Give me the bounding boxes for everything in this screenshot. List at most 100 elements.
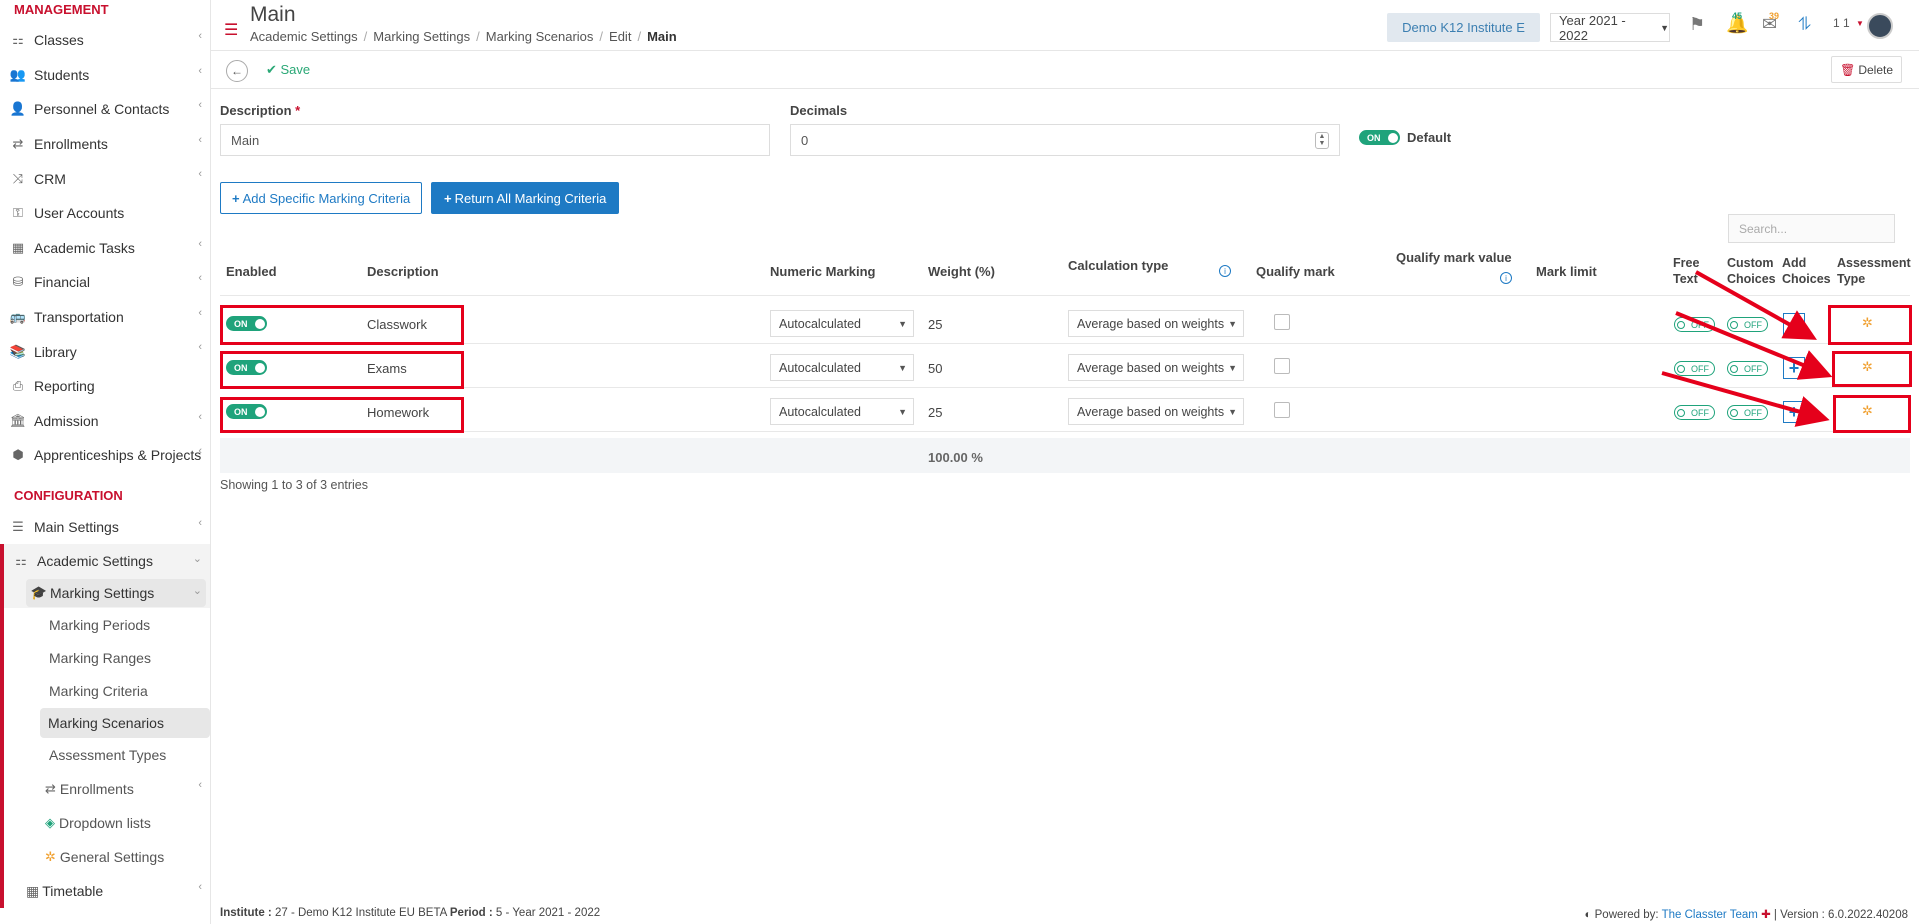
sidebar-item-students[interactable]: 👥 Students ‹ [0,58,210,93]
col-enabled[interactable]: Enabled [226,264,277,279]
chevron-left-icon: ‹ [198,410,202,423]
custom-choices-toggle[interactable]: OFF [1727,361,1768,376]
add-choices-button[interactable]: + [1783,357,1805,379]
sidebar-item-academic-tasks[interactable]: ▦ Academic Tasks ‹ [0,231,210,266]
sidebar-item-marking-scenarios[interactable]: Marking Scenarios [0,708,210,739]
sidebar-item-general-settings[interactable]: ✲ General Settings [0,840,210,875]
free-text-toggle[interactable]: OFF [1674,405,1715,420]
sidebar-item-financial[interactable]: ⛁ Financial ‹ [0,265,210,300]
chevron-left-icon: ‹ [198,237,202,250]
info-icon[interactable]: i [1219,265,1231,277]
numeric-marking-select[interactable]: Autocalculated ▼ [770,310,914,337]
sidebar-item-transportation[interactable]: 🚌 Transportation ‹ [0,300,210,335]
qualify-mark-checkbox[interactable] [1274,358,1290,374]
col-description[interactable]: Description [367,264,439,279]
calculation-type-select[interactable]: Average based on weights ▼ [1068,310,1244,337]
col-calculation-type[interactable]: Calculation type [1068,258,1168,273]
user-name[interactable]: 1 1 [1833,16,1850,30]
col-free-text[interactable]: Free Text [1673,255,1699,287]
sidebar-item-apprenticeships-projects[interactable]: ⬢ Apprenticeships & Projects ‹ [0,438,210,473]
free-text-toggle[interactable]: OFF [1674,317,1715,332]
footer-institute-label: Institute : [220,907,272,919]
breadcrumb-marking-settings[interactable]: Marking Settings [373,29,470,44]
col-label: Text [1673,272,1698,286]
sidebar-item-marking-periods[interactable]: Marking Periods [0,608,210,643]
weight-value[interactable]: 25 [928,405,942,420]
col-label: Type [1837,272,1866,286]
numeric-marking-select[interactable]: Autocalculated ▼ [770,398,914,425]
arrow-left-icon: ← [231,64,243,78]
sidebar-item-crm[interactable]: ⤨ CRM ‹ [0,161,210,196]
sidebar-item-label: Personnel & Contacts [34,101,170,118]
sidebar-item-user-accounts[interactable]: ⚿ User Accounts [0,196,210,231]
spinner-icon[interactable]: ▲ ▼ [1315,132,1329,149]
weight-value[interactable]: 50 [928,361,942,376]
add-choices-button[interactable]: + [1783,401,1805,423]
sidebar-item-assessment-types[interactable]: Assessment Types [0,738,210,773]
search-input[interactable]: Search... [1728,214,1895,243]
bus-icon: 🚌 [9,309,27,325]
avatar[interactable] [1867,13,1893,39]
hamburger-menu-icon[interactable]: ☰ [224,20,238,40]
institute-button[interactable]: Demo K12 Institute E [1387,13,1540,42]
free-text-toggle[interactable]: OFF [1674,361,1715,376]
flag-icon[interactable]: ⚑ [1689,14,1705,35]
info-icon[interactable]: i [1500,272,1512,284]
caret-down-icon[interactable]: ▼ [1856,19,1864,28]
numeric-marking-select[interactable]: Autocalculated ▼ [770,354,914,381]
breadcrumb: Academic Settings / Marking Settings / Mar… [250,29,677,44]
custom-choices-toggle[interactable]: OFF [1727,317,1768,332]
col-weight[interactable]: Weight (%) [928,264,995,279]
add-specific-criteria-button[interactable]: + Add Specific Marking Criteria [220,182,423,214]
sidebar-item-main-settings[interactable]: ☰ Main Settings ‹ [0,510,210,545]
sidebar-item-marking-ranges[interactable]: Marking Ranges [0,642,210,675]
default-toggle[interactable]: ON [1359,130,1400,145]
breadcrumb-marking-scenarios[interactable]: Marking Scenarios [486,29,594,44]
breadcrumb-edit[interactable]: Edit [609,29,631,44]
col-qualify-mark[interactable]: Qualify mark [1256,264,1335,279]
year-select[interactable]: Year 2021 - 2022 ▼ [1550,13,1670,43]
sidebar-item-marking-settings[interactable]: 🎓 Marking Settings ⌄ [0,578,210,609]
select-value: Autocalculated [779,316,862,331]
sidebar-item-marking-criteria[interactable]: Marking Criteria [0,674,210,709]
add-choices-button[interactable]: + [1783,313,1805,335]
row-divider [220,387,1910,388]
select-value: Average based on weights [1077,316,1225,331]
custom-choices-toggle[interactable]: OFF [1727,405,1768,420]
sidebar-item-personnel-contacts[interactable]: 👤 Personnel & Contacts ‹ [0,92,210,127]
qualify-mark-checkbox[interactable] [1274,402,1290,418]
weight-value[interactable]: 25 [928,317,942,332]
sidebar-item-academic-settings[interactable]: ⚏ Academic Settings ⌄ [0,544,210,579]
footer-team-link[interactable]: The Classter Team [1662,909,1758,921]
sidebar-item-admission[interactable]: 🏛 Admission ‹ [0,404,210,439]
qualify-mark-checkbox[interactable] [1274,314,1290,330]
sidebar-item-timetable[interactable]: ▦ Timetable ‹ [0,874,210,909]
sidebar-item-reporting[interactable]: ⎙ Reporting [0,369,210,404]
delete-button[interactable]: 🗑 Delete [1831,56,1902,83]
coins-icon: ⛁ [12,274,24,290]
col-custom-choices[interactable]: Custom Choices [1727,255,1776,287]
calculation-type-select[interactable]: Average based on weights ▼ [1068,354,1244,381]
sidebar-item-dropdown-lists[interactable]: ◈ Dropdown lists [0,806,210,841]
decimals-input[interactable]: 0 ▲ ▼ [790,124,1340,156]
save-button[interactable]: ✔ Save [266,62,310,78]
col-assessment-type[interactable]: Assessment Type [1837,255,1911,287]
plus-icon: + [232,190,240,206]
return-all-criteria-button[interactable]: + Return All Marking Criteria [431,182,620,214]
col-mark-limit[interactable]: Mark limit [1536,264,1597,279]
sidebar-item-label: Apprenticeships & Projects [34,447,202,464]
back-button[interactable]: ← [226,60,248,82]
sidebar-item-classes[interactable]: ⚏ Classes ‹ [0,23,210,58]
col-add-choices[interactable]: Add Choices [1782,255,1831,287]
col-numeric-marking[interactable]: Numeric Marking [770,264,875,279]
description-input[interactable]: Main [220,124,770,156]
breadcrumb-academic-settings[interactable]: Academic Settings [250,29,358,44]
layers-switch-icon[interactable]: ⥮ [1798,14,1811,35]
sidebar-item-library[interactable]: 📚 Library ‹ [0,334,210,369]
calculation-type-select[interactable]: Average based on weights ▼ [1068,398,1244,425]
col-qualify-mark-value[interactable]: Qualify mark value [1396,250,1512,265]
caret-down-icon: ▼ [898,406,907,417]
description-label: Description * [220,103,300,118]
sidebar-item-enrollments-config[interactable]: ⇄ Enrollments ‹ [0,772,210,807]
sidebar-item-enrollments[interactable]: ⇄ Enrollments ‹ [0,127,210,162]
